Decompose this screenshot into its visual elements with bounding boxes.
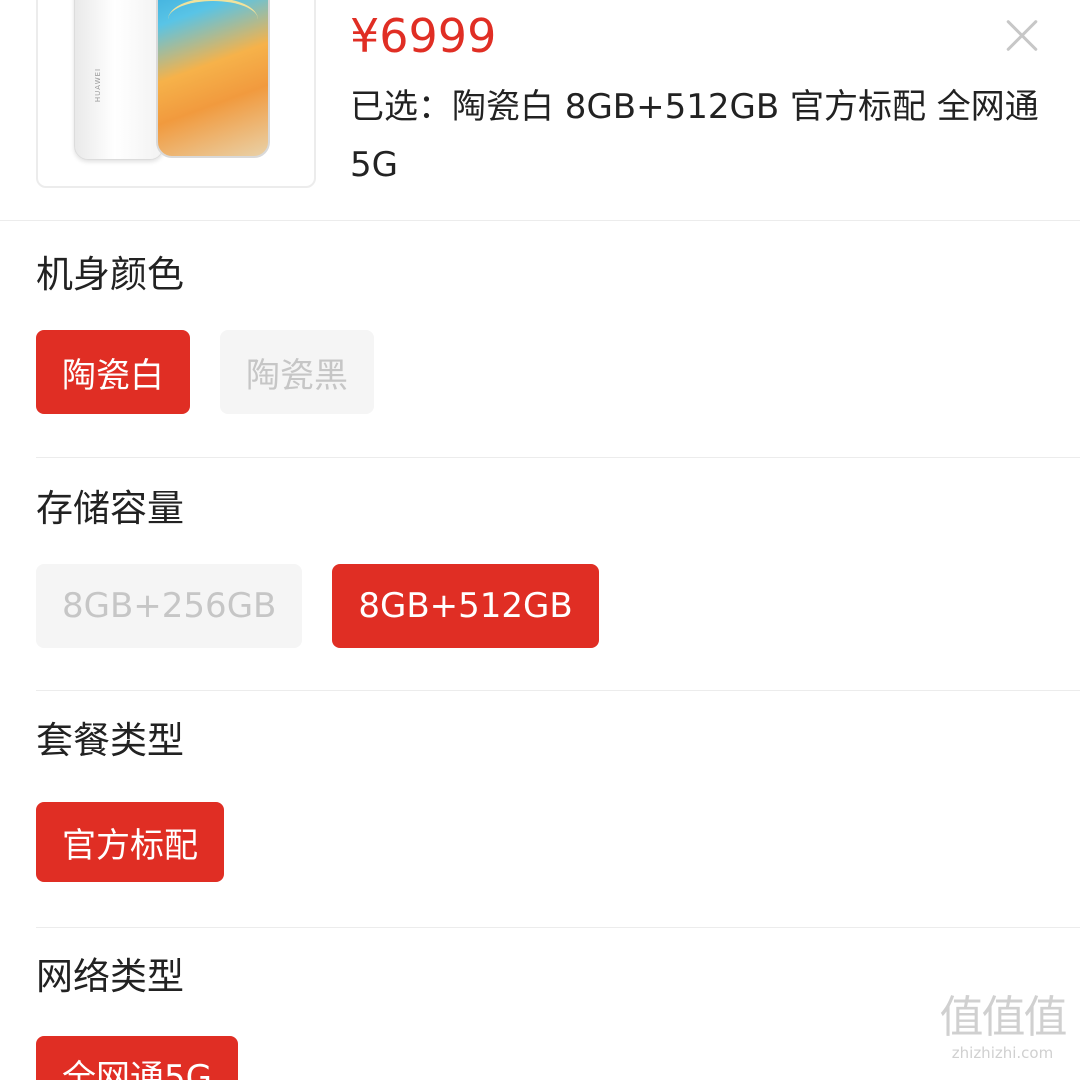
product-image: HUAWEI xyxy=(36,0,316,188)
phone-back-image: HUAWEI xyxy=(74,0,164,160)
close-icon[interactable] xyxy=(998,12,1046,60)
section-network: 网络类型 全网通5G xyxy=(36,952,1080,1080)
watermark-logo: 值值值 zhizhizhi.com xyxy=(930,992,1075,1062)
watermark-main: 值值值 xyxy=(939,992,1068,1043)
section-divider xyxy=(36,457,1080,458)
section-storage: 存储容量 8GB+256GB 8GB+512GB xyxy=(36,484,1080,664)
section-title: 套餐类型 xyxy=(36,719,184,762)
package-options: 官方标配 xyxy=(36,802,224,882)
section-color: 机身颜色 陶瓷白 陶瓷黑 xyxy=(36,250,1080,430)
product-header: HUAWEI ¥6999 已选：陶瓷白 8GB+512GB 官方标配 全网通5G xyxy=(0,0,1080,220)
section-divider xyxy=(36,927,1080,928)
section-package: 套餐类型 官方标配 xyxy=(36,716,1080,896)
section-divider xyxy=(36,690,1080,691)
storage-options: 8GB+256GB 8GB+512GB xyxy=(36,564,599,648)
phone-front-image xyxy=(156,0,270,158)
section-title: 网络类型 xyxy=(36,955,184,998)
watermark-url: zhizhizhi.com xyxy=(951,1044,1054,1062)
selected-spec-summary: 已选：陶瓷白 8GB+512GB 官方标配 全网通5G xyxy=(350,87,1039,185)
screen-wave xyxy=(168,0,258,41)
section-title: 存储容量 xyxy=(36,487,184,530)
network-options: 全网通5G xyxy=(36,1036,238,1080)
option-ceramic-white[interactable]: 陶瓷白 xyxy=(36,330,190,414)
option-8gb-256gb[interactable]: 8GB+256GB xyxy=(36,564,303,648)
section-title: 机身颜色 xyxy=(36,253,184,296)
color-options: 陶瓷白 陶瓷黑 xyxy=(36,330,374,414)
option-official-standard[interactable]: 官方标配 xyxy=(36,802,224,882)
option-8gb-512gb[interactable]: 8GB+512GB xyxy=(332,564,599,648)
phone-brand-label: HUAWEI xyxy=(94,67,103,103)
option-ceramic-black[interactable]: 陶瓷黑 xyxy=(220,330,374,414)
header-divider xyxy=(0,220,1080,221)
option-5g-all-network[interactable]: 全网通5G xyxy=(36,1036,238,1080)
product-price: ¥6999 xyxy=(350,9,497,63)
